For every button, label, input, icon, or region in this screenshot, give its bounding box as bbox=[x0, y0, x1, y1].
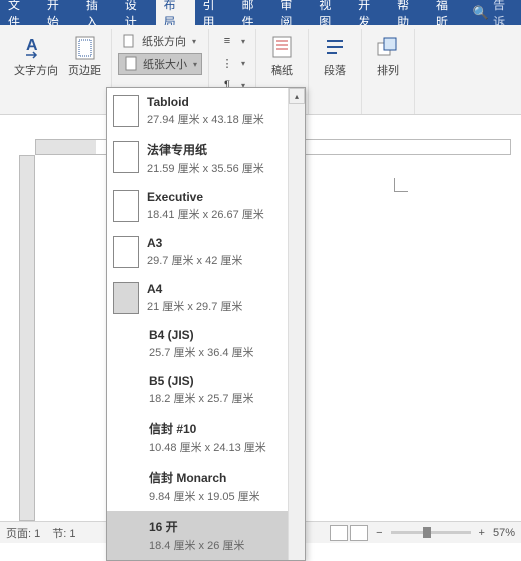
menu-file[interactable]: 文件 bbox=[0, 0, 39, 25]
paper-size-dims: 27.94 厘米 x 43.18 厘米 bbox=[147, 111, 264, 127]
paper-size-button[interactable]: 纸张大小 ▾ bbox=[118, 53, 202, 75]
svg-text:A: A bbox=[26, 37, 38, 54]
page-thumb-icon bbox=[113, 236, 139, 268]
zoom-level[interactable]: 57% bbox=[493, 527, 515, 539]
arrange-button[interactable]: 排列 bbox=[368, 29, 408, 80]
status-page[interactable]: 页面: 1 bbox=[6, 525, 40, 541]
paper-size-name: A3 bbox=[147, 236, 242, 250]
paper-size-dropdown: Tabloid 27.94 厘米 x 43.18 厘米法律专用纸 21.59 厘米 … bbox=[106, 87, 306, 561]
paper-size-dims: 25.7 厘米 x 36.4 厘米 bbox=[149, 344, 254, 360]
paper-size-dims: 9.84 厘米 x 19.05 厘米 bbox=[149, 488, 260, 504]
view-read-mode[interactable] bbox=[350, 525, 368, 541]
paper-size-dims: 21.59 厘米 x 35.56 厘米 bbox=[147, 160, 264, 176]
paragraph-icon bbox=[319, 31, 351, 63]
paper-button[interactable]: 稿纸 bbox=[262, 29, 302, 80]
paper-size-name: A4 bbox=[147, 282, 242, 296]
paper-size-dims: 18.2 厘米 x 25.7 厘米 bbox=[149, 390, 254, 406]
page-thumb-icon bbox=[113, 141, 139, 173]
paper-size-name: 16 开 bbox=[149, 518, 244, 535]
paragraph-label: 段落 bbox=[324, 65, 346, 78]
zoom-slider[interactable] bbox=[391, 531, 471, 534]
text-direction-label: 文字方向 bbox=[14, 65, 58, 78]
orientation-icon bbox=[122, 33, 138, 49]
group-arrange: 排列 bbox=[362, 29, 415, 114]
view-mode-icons bbox=[330, 525, 368, 541]
paper-size-option[interactable]: A3 29.7 厘米 x 42 厘米 bbox=[107, 229, 305, 275]
paper-size-name: B4 (JIS) bbox=[149, 328, 254, 342]
paper-label: 稿纸 bbox=[271, 65, 293, 78]
paragraph-button[interactable]: 段落 bbox=[315, 29, 355, 80]
paper-size-dims: 10.48 厘米 x 24.13 厘米 bbox=[149, 439, 266, 455]
paper-size-option[interactable]: 16 开 18.4 厘米 x 26 厘米 bbox=[107, 511, 305, 560]
group-text-direction: A 文字方向 页边距 bbox=[4, 29, 112, 114]
paper-size-label: 纸张大小 bbox=[143, 56, 187, 72]
breaks-button[interactable]: ≡▾ bbox=[215, 31, 249, 51]
paper-size-name: 信封 Monarch bbox=[149, 469, 260, 486]
menubar: 文件 开始 插入 设计 布局 引用 邮件 审阅 视图 开发 帮助 福昕 🔍 告诉 bbox=[0, 0, 521, 25]
zoom-in-button[interactable]: + bbox=[479, 527, 485, 539]
menu-view[interactable]: 视图 bbox=[311, 0, 350, 25]
status-section[interactable]: 节: 1 bbox=[52, 525, 75, 541]
menu-mailings[interactable]: 邮件 bbox=[233, 0, 272, 25]
group-paragraph: 段落 bbox=[309, 29, 362, 114]
scroll-up-button[interactable]: ▴ bbox=[289, 88, 305, 104]
paper-size-dims: 21 厘米 x 29.7 厘米 bbox=[147, 298, 242, 314]
line-numbers-icon: ⋮ bbox=[219, 55, 235, 71]
menu-insert[interactable]: 插入 bbox=[78, 0, 117, 25]
breaks-icon: ≡ bbox=[219, 33, 235, 49]
menu-home[interactable]: 开始 bbox=[39, 0, 78, 25]
paper-size-option[interactable]: B5 (JIS) 18.2 厘米 x 25.7 厘米 bbox=[107, 367, 305, 413]
page-thumb-icon bbox=[113, 282, 139, 314]
text-direction-button[interactable]: A 文字方向 bbox=[10, 29, 62, 114]
paper-size-name: 信封 #10 bbox=[149, 420, 266, 437]
ruler-vertical[interactable] bbox=[19, 155, 35, 521]
menu-layout[interactable]: 布局 bbox=[156, 0, 195, 25]
paper-size-dims: 18.4 厘米 x 26 厘米 bbox=[149, 537, 244, 553]
paper-size-name: B5 (JIS) bbox=[149, 374, 254, 388]
orientation-button[interactable]: 纸张方向 ▾ bbox=[118, 31, 202, 51]
paper-size-option[interactable]: Tabloid 27.94 厘米 x 43.18 厘米 bbox=[107, 88, 305, 134]
page-thumb-icon bbox=[113, 190, 139, 222]
paper-size-option[interactable]: A4 21 厘米 x 29.7 厘米 bbox=[107, 275, 305, 321]
arrange-label: 排列 bbox=[377, 65, 399, 78]
paper-size-name: 法律专用纸 bbox=[147, 141, 264, 158]
page-thumb-icon bbox=[113, 95, 139, 127]
chevron-down-icon: ▾ bbox=[193, 60, 197, 69]
search-icon: 🔍 bbox=[473, 5, 489, 21]
zoom-slider-thumb[interactable] bbox=[423, 527, 431, 538]
paper-icon bbox=[266, 31, 298, 63]
paper-size-dims: 18.41 厘米 x 26.67 厘米 bbox=[147, 206, 264, 222]
arrange-icon bbox=[372, 31, 404, 63]
margins-button[interactable]: 页边距 bbox=[64, 29, 105, 114]
zoom-out-button[interactable]: − bbox=[376, 527, 382, 539]
margin-marker bbox=[394, 178, 408, 192]
tellme-search[interactable]: 🔍 告诉 bbox=[467, 0, 521, 25]
paper-size-option[interactable]: 信封 Monarch 9.84 厘米 x 19.05 厘米 bbox=[107, 462, 305, 511]
chevron-down-icon: ▾ bbox=[241, 59, 245, 68]
menu-review[interactable]: 审阅 bbox=[272, 0, 311, 25]
view-print-layout[interactable] bbox=[330, 525, 348, 541]
menu-developer[interactable]: 开发 bbox=[350, 0, 389, 25]
paper-size-name: Tabloid bbox=[147, 95, 264, 109]
paper-size-name: Executive bbox=[147, 190, 264, 204]
paper-size-option[interactable]: 法律专用纸 21.59 厘米 x 35.56 厘米 bbox=[107, 134, 305, 183]
paper-size-option[interactable]: 信封 #10 10.48 厘米 x 24.13 厘米 bbox=[107, 413, 305, 462]
paper-size-option[interactable]: Executive 18.41 厘米 x 26.67 厘米 bbox=[107, 183, 305, 229]
menu-foxit[interactable]: 福昕 bbox=[428, 0, 467, 25]
line-numbers-button[interactable]: ⋮▾ bbox=[215, 53, 249, 73]
text-direction-icon: A bbox=[20, 31, 52, 63]
paper-size-option[interactable]: B4 (JIS) 25.7 厘米 x 36.4 厘米 bbox=[107, 321, 305, 367]
chevron-down-icon: ▾ bbox=[192, 37, 196, 46]
dropdown-scrollbar[interactable]: ▴ bbox=[288, 88, 305, 560]
paper-size-dims: 29.7 厘米 x 42 厘米 bbox=[147, 252, 242, 268]
margins-label: 页边距 bbox=[68, 65, 101, 78]
margins-icon bbox=[69, 31, 101, 63]
paper-size-icon bbox=[123, 56, 139, 72]
menu-help[interactable]: 帮助 bbox=[389, 0, 428, 25]
menu-references[interactable]: 引用 bbox=[195, 0, 234, 25]
menu-design[interactable]: 设计 bbox=[117, 0, 156, 25]
orientation-label: 纸张方向 bbox=[142, 33, 186, 49]
chevron-down-icon: ▾ bbox=[241, 37, 245, 46]
